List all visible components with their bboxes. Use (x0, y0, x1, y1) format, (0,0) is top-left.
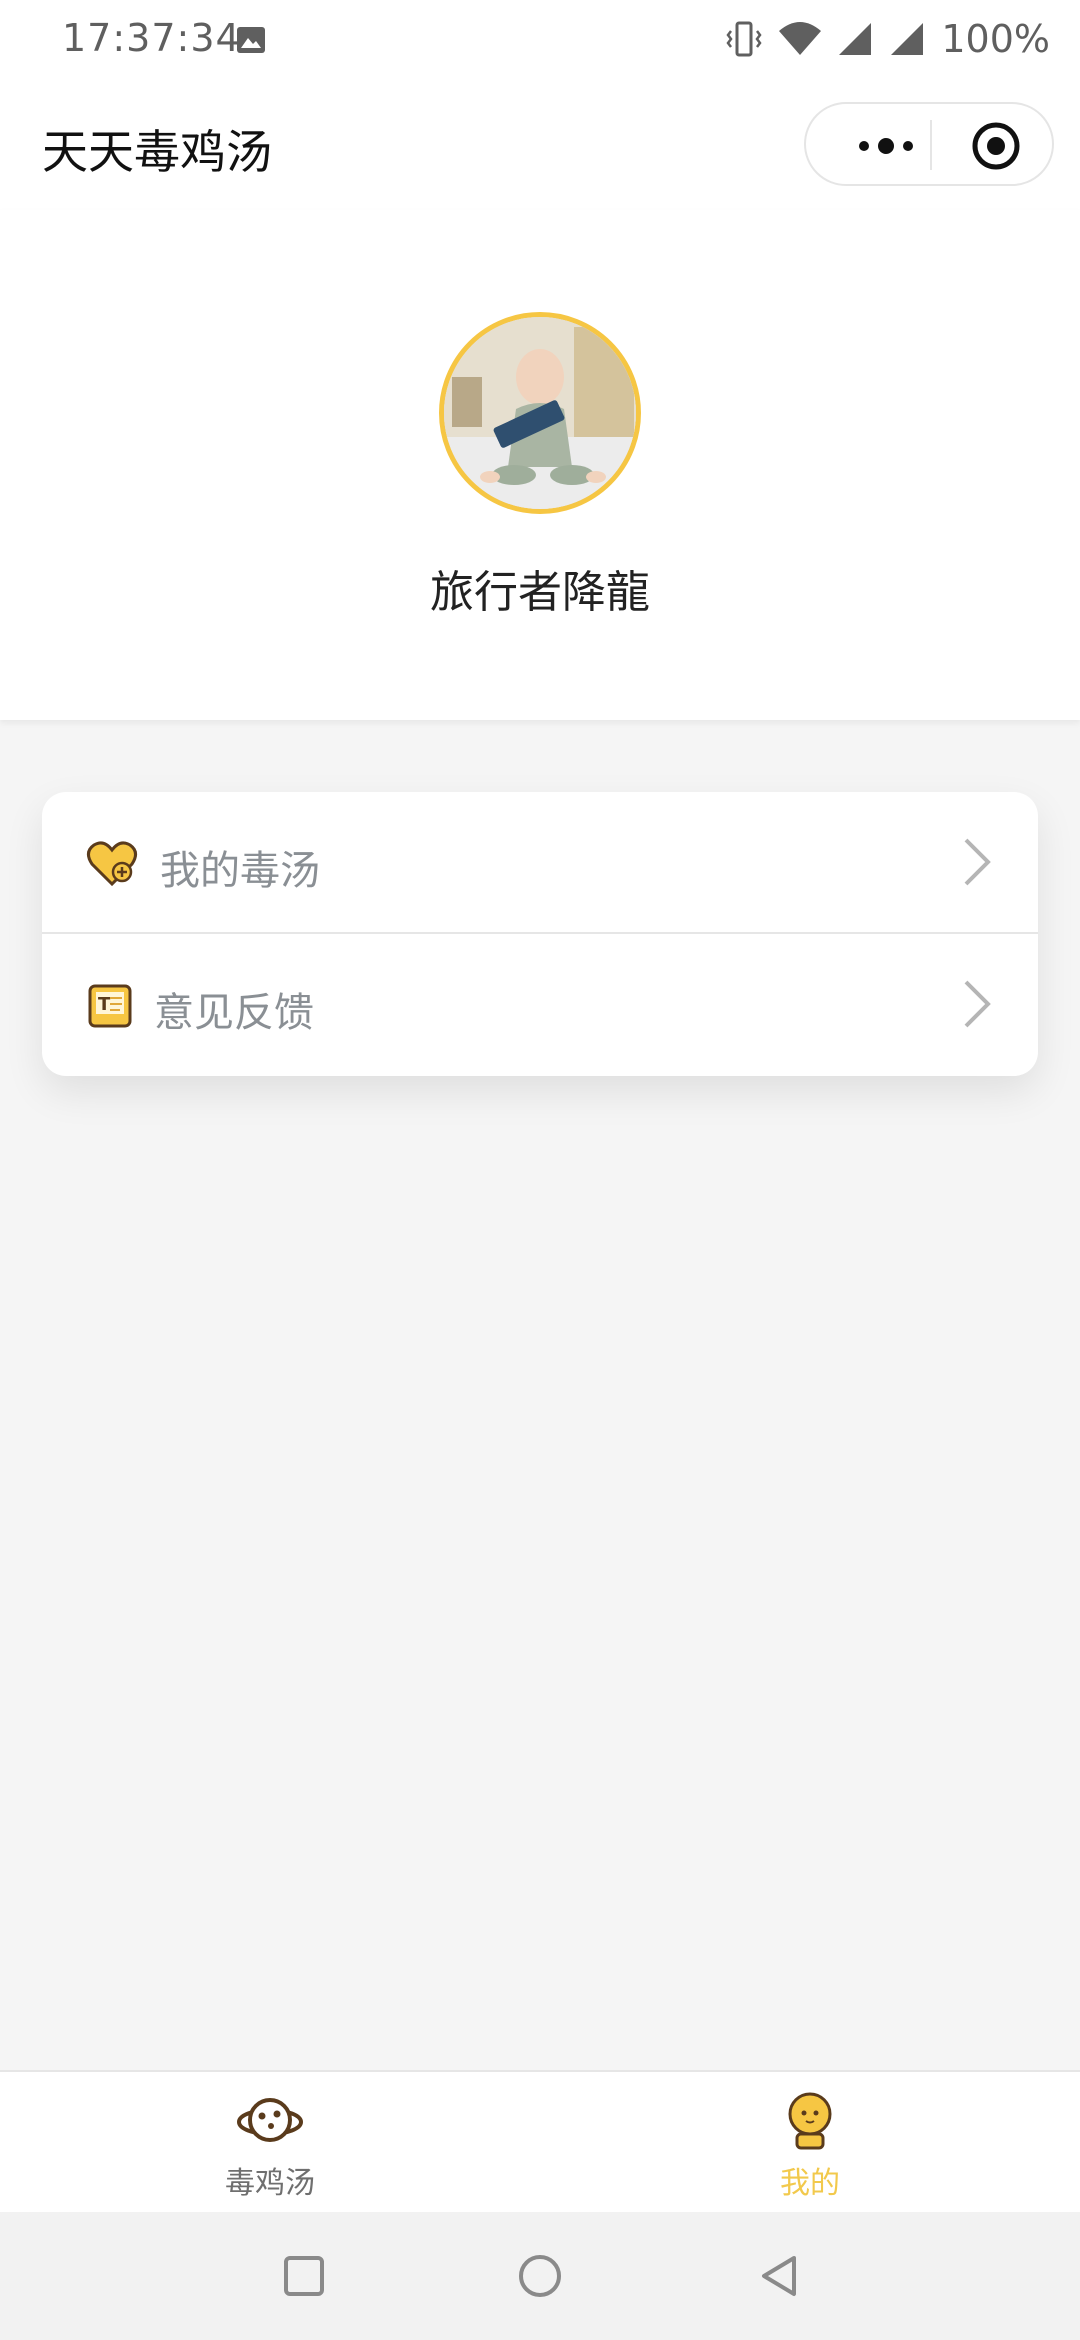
target-icon[interactable] (970, 120, 1022, 172)
tab-mine[interactable]: 我的 (710, 2090, 910, 2210)
signal-icon (891, 23, 924, 55)
svg-text:T: T (98, 994, 111, 1015)
profile-header: 旅行者降龍 (0, 210, 1080, 720)
username: 旅行者降龍 (430, 567, 650, 618)
square-icon[interactable] (280, 2252, 328, 2300)
signal-icon (839, 23, 872, 55)
planet-icon (237, 2098, 303, 2142)
astronaut-icon (788, 2092, 832, 2150)
chevron-right-icon (964, 980, 991, 1028)
menu-item-label: 我的毒汤 (160, 848, 320, 894)
wifi-icon (779, 22, 822, 55)
status-time: 17:37:34 (62, 16, 241, 60)
avatar-photo (444, 317, 636, 509)
heart-plus-icon (87, 841, 137, 887)
tab-label: 毒鸡汤 (225, 2166, 315, 2201)
tab-bar: 毒鸡汤 我的 (0, 2070, 1080, 2212)
status-bar: 17:37:34 100% (0, 0, 1080, 80)
menu-card: 我的毒汤 T 意见反馈 (42, 792, 1038, 1076)
menu-item-my-soup[interactable]: 我的毒汤 (42, 792, 1038, 934)
vibrate-icon (726, 21, 762, 57)
page-title: 天天毒鸡汤 (42, 125, 272, 179)
avatar[interactable] (439, 312, 641, 514)
menu-item-feedback[interactable]: T 意见反馈 (42, 934, 1038, 1076)
tab-label: 我的 (780, 2166, 840, 2201)
back-triangle-icon[interactable] (756, 2252, 804, 2300)
mini-program-capsule (804, 102, 1054, 186)
menu-item-label: 意见反馈 (154, 990, 314, 1036)
system-navigation-bar (0, 2212, 1080, 2340)
battery-percent: 100% (941, 17, 1050, 61)
chevron-right-icon (964, 838, 991, 886)
navigation-bar: 天天毒鸡汤 (0, 80, 1080, 210)
status-icons: 100% (725, 14, 1050, 64)
feedback-icon: T (88, 984, 132, 1028)
tab-home[interactable]: 毒鸡汤 (170, 2090, 370, 2210)
circle-icon[interactable] (516, 2252, 564, 2300)
more-icon[interactable] (842, 126, 932, 166)
capsule-divider (930, 120, 932, 170)
image-icon (237, 27, 265, 53)
